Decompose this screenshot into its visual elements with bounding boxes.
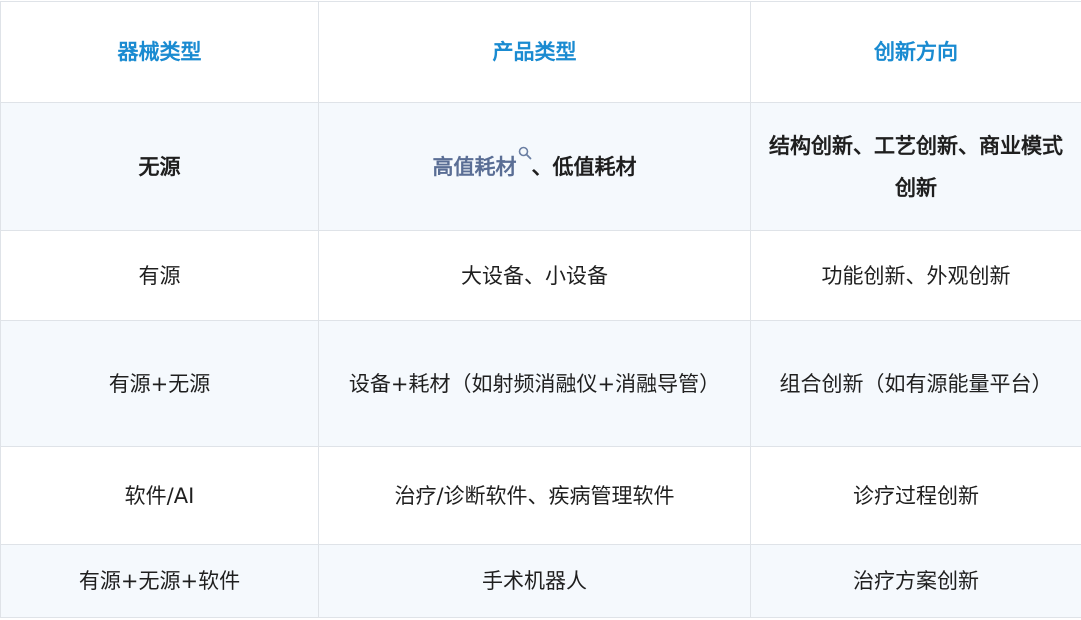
cell-device-type: 有源+无源 bbox=[1, 321, 319, 447]
header-device-type: 器械类型 bbox=[1, 2, 319, 103]
table-row: 有源+无源+软件 手术机器人 治疗方案创新 bbox=[1, 545, 1081, 618]
cell-device-type: 无源 bbox=[1, 103, 319, 231]
table-row: 软件/AI 治疗/诊断软件、疾病管理软件 诊疗过程创新 bbox=[1, 447, 1081, 545]
cell-product-type: 设备+耗材（如射频消融仪+消融导管） bbox=[319, 321, 751, 447]
cell-innovation-direction: 治疗方案创新 bbox=[751, 545, 1081, 618]
search-icon[interactable] bbox=[518, 146, 532, 160]
product-search-link[interactable]: 高值耗材 bbox=[433, 155, 517, 179]
header-product-type: 产品类型 bbox=[319, 2, 751, 103]
cell-innovation-direction: 诊疗过程创新 bbox=[751, 447, 1081, 545]
cell-innovation-direction: 组合创新（如有源能量平台） bbox=[751, 321, 1081, 447]
cell-device-type: 有源+无源+软件 bbox=[1, 545, 319, 618]
table-row: 无源 高值耗材、低值耗材 结构创新、工艺创新、商业模式创新 bbox=[1, 103, 1081, 231]
cell-device-type: 有源 bbox=[1, 231, 319, 321]
cell-product-type: 治疗/诊断软件、疾病管理软件 bbox=[319, 447, 751, 545]
medical-device-innovation-table: 器械类型 产品类型 创新方向 无源 高值耗材、低值耗材 结构创新、工艺创新、商业… bbox=[0, 1, 1081, 618]
cell-innovation-direction: 结构创新、工艺创新、商业模式创新 bbox=[751, 103, 1081, 231]
table-header-row: 器械类型 产品类型 创新方向 bbox=[1, 2, 1081, 103]
table-row: 有源+无源 设备+耗材（如射频消融仪+消融导管） 组合创新（如有源能量平台） bbox=[1, 321, 1081, 447]
cell-product-type: 大设备、小设备 bbox=[319, 231, 751, 321]
cell-device-type: 软件/AI bbox=[1, 447, 319, 545]
table-row: 有源 大设备、小设备 功能创新、外观创新 bbox=[1, 231, 1081, 321]
header-innovation-direction: 创新方向 bbox=[751, 2, 1081, 103]
cell-product-type: 手术机器人 bbox=[319, 545, 751, 618]
cell-innovation-direction: 功能创新、外观创新 bbox=[751, 231, 1081, 321]
cell-product-type: 高值耗材、低值耗材 bbox=[319, 103, 751, 231]
product-type-text: 、低值耗材 bbox=[532, 155, 637, 179]
